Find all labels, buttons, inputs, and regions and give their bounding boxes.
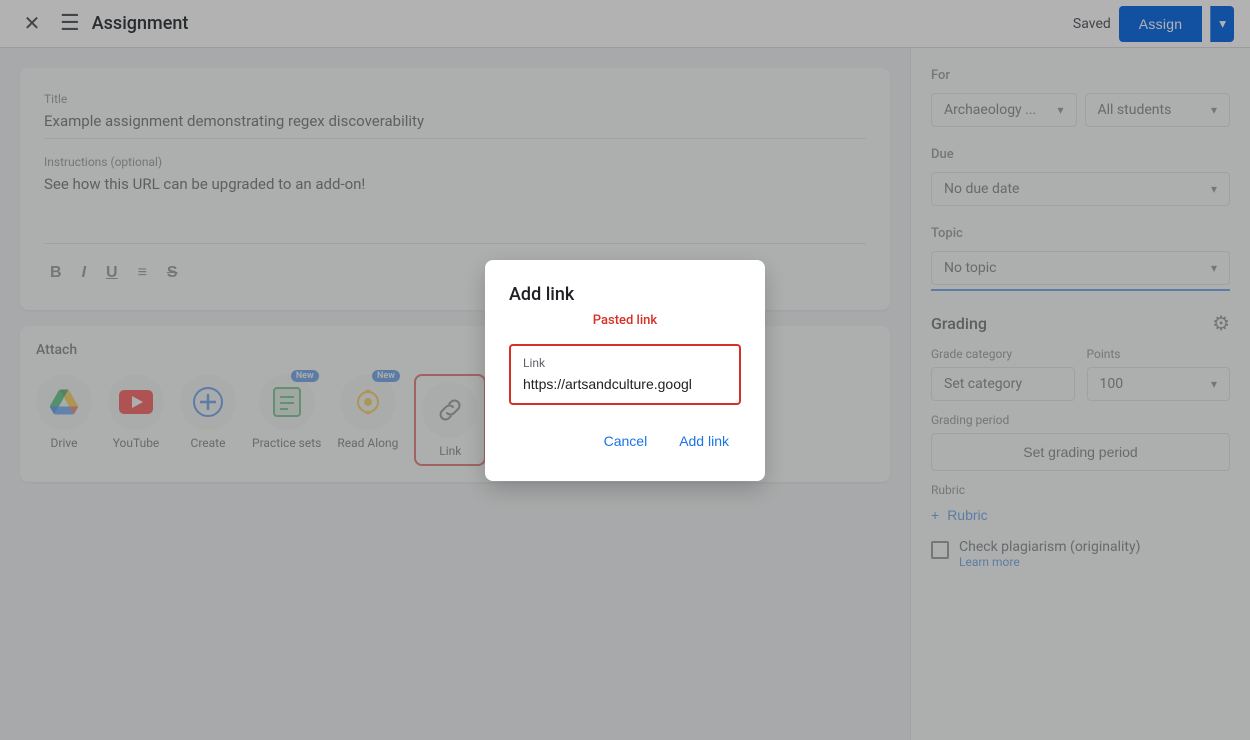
modal-buttons: Cancel Add link [509,425,741,457]
link-input[interactable] [523,376,727,392]
modal-input-wrapper: Link [509,344,741,405]
add-link-modal: Add link Pasted link Link Cancel Add lin… [485,260,765,481]
modal-title: Add link [509,284,574,305]
modal-input-label: Link [523,356,727,370]
modal-subtitle: Pasted link [509,313,741,328]
modal-overlay: Add link Pasted link Link Cancel Add lin… [0,0,1250,740]
cancel-button[interactable]: Cancel [592,425,660,457]
add-link-button[interactable]: Add link [667,425,741,457]
